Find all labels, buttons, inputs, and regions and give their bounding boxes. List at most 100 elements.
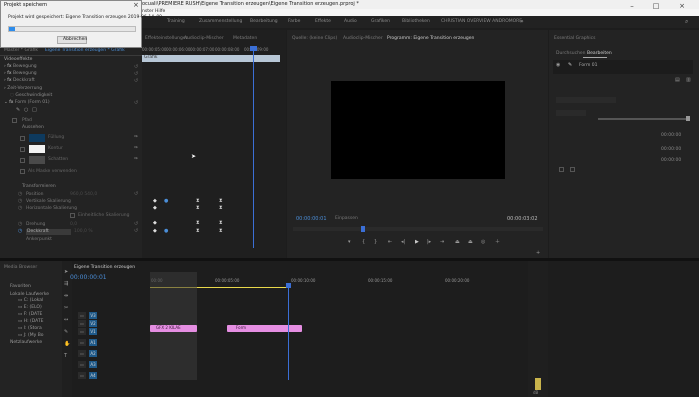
reset-rotation-icon[interactable]: ↺ bbox=[134, 222, 138, 227]
effect-row-opacity[interactable]: › fx Deckkraft bbox=[4, 78, 35, 84]
source-tab-audio-mixer[interactable]: Audioclip-Mischer bbox=[184, 36, 224, 41]
ec-clip-bar[interactable] bbox=[142, 55, 280, 62]
track-target-v3[interactable]: V3 bbox=[89, 312, 97, 319]
ellipse-tool-icon[interactable]: ○ bbox=[24, 108, 28, 113]
stroke-color-swatch[interactable] bbox=[29, 145, 45, 153]
track-toggle-a4[interactable]: ▭ bbox=[78, 372, 86, 379]
rotation-value[interactable]: 0,0 bbox=[70, 222, 77, 228]
program-video-frame[interactable] bbox=[331, 81, 505, 179]
pfad-checkbox[interactable] bbox=[12, 118, 17, 123]
program-tab-program[interactable]: Programm: Eigene Transition erzeugen bbox=[387, 36, 474, 41]
search-icon[interactable]: ⌕ bbox=[685, 19, 688, 25]
step-forward-icon[interactable]: |▸ bbox=[427, 240, 431, 245]
favorites-label[interactable]: Favoriten bbox=[10, 284, 31, 290]
settings-wrench-icon[interactable]: + bbox=[536, 251, 540, 256]
keyframe-icon[interactable]: ◆ bbox=[153, 229, 157, 234]
eyedropper-fill-icon[interactable]: ✑ bbox=[134, 135, 138, 140]
eg-position-field[interactable] bbox=[556, 110, 586, 116]
source-tab-effects[interactable]: Effekteinstellungen bbox=[145, 36, 189, 41]
track-toggle-a1[interactable]: ▭ bbox=[78, 339, 86, 346]
eg-opacity-slider[interactable] bbox=[598, 118, 690, 120]
essential-graphics-title[interactable]: Essential Graphics bbox=[554, 36, 595, 41]
effect-row-shape[interactable]: ⌄ fx Form (Form 01) bbox=[4, 100, 50, 106]
eg-opacity-knob[interactable] bbox=[686, 116, 690, 121]
drive-item[interactable]: ▭ C: (Lokal bbox=[18, 298, 43, 304]
workspace-tab-grafiken[interactable]: Grafiken bbox=[371, 19, 390, 25]
menu-hilfe[interactable]: Hilfe bbox=[155, 9, 165, 15]
eyedropper-shadow-icon[interactable]: ✑ bbox=[134, 157, 138, 162]
timeline-playhead[interactable] bbox=[288, 283, 289, 380]
program-timecode-left[interactable]: 00:00:00:01 bbox=[296, 217, 327, 222]
program-scrub-bar[interactable] bbox=[293, 227, 543, 231]
track-select-tool-icon[interactable]: ⇶ bbox=[64, 282, 68, 287]
button-editor-icon[interactable]: ＋ bbox=[495, 240, 500, 245]
reset-opacity-icon[interactable]: ↺ bbox=[134, 79, 138, 84]
marker-icon[interactable]: ▾ bbox=[348, 240, 351, 245]
track-target-a1[interactable]: A1 bbox=[89, 339, 97, 346]
stopwatch-hscale-icon[interactable]: ◷ bbox=[18, 206, 22, 211]
track-target-a3[interactable]: A3 bbox=[89, 361, 97, 368]
pen-tool-icon[interactable]: ✎ bbox=[16, 108, 20, 113]
position-value[interactable]: 960,0 540,0 bbox=[70, 192, 97, 198]
keyframe-icon[interactable]: ⧗ bbox=[196, 199, 200, 204]
network-drives-label[interactable]: Netzlaufwerke bbox=[10, 340, 42, 346]
reset-motion-icon[interactable]: ↺ bbox=[134, 65, 138, 70]
eg-layer-name[interactable]: Form 01 bbox=[579, 63, 598, 69]
ec-playhead[interactable] bbox=[253, 46, 254, 248]
keyframe-icon[interactable]: ⧗ bbox=[219, 199, 223, 204]
timeline-tab[interactable]: Eigene Transition erzeugen bbox=[74, 265, 135, 270]
effect-row-motion-2[interactable]: › fx Bewegung bbox=[4, 71, 37, 77]
keyframe-icon[interactable]: ⧗ bbox=[219, 206, 223, 211]
more-workspaces-icon[interactable]: » bbox=[520, 19, 524, 25]
menu-fenster[interactable]: nster bbox=[142, 9, 154, 15]
go-to-in-icon[interactable]: ⇤ bbox=[388, 240, 392, 245]
step-back-icon[interactable]: ◂| bbox=[401, 240, 405, 245]
new-layer-icon[interactable]: ▤ bbox=[675, 78, 680, 83]
reset-opacity2-icon[interactable]: ↺ bbox=[134, 229, 138, 234]
effect-row-motion[interactable]: › fx Bewegung bbox=[4, 64, 37, 70]
media-browser-tab[interactable]: Media Browser bbox=[4, 265, 37, 270]
track-target-v2[interactable]: V2 bbox=[89, 320, 97, 327]
shadow-checkbox[interactable] bbox=[20, 158, 25, 163]
ec-playhead-head[interactable] bbox=[250, 46, 257, 51]
timeline-timecode[interactable]: 00:00:00:01 bbox=[70, 275, 107, 281]
drive-item[interactable]: ▭ I: (Stora bbox=[18, 326, 42, 332]
text-tool-icon[interactable]: T bbox=[64, 354, 67, 359]
effect-row-speed[interactable]: ◌ Geschwindigkeit bbox=[10, 93, 52, 99]
track-toggle-v1[interactable]: ▭ bbox=[78, 328, 86, 335]
drive-item[interactable]: ▭ F: (DATE bbox=[18, 312, 42, 318]
stopwatch-opacity-icon[interactable]: ◷ bbox=[18, 229, 22, 234]
in-point-icon[interactable]: { bbox=[362, 240, 365, 245]
program-playhead[interactable] bbox=[361, 226, 365, 232]
uniform-scale-checkbox[interactable] bbox=[70, 213, 75, 218]
mask-checkbox[interactable] bbox=[20, 169, 25, 174]
stopwatch-rotation-icon[interactable]: ◷ bbox=[18, 222, 22, 227]
drive-item[interactable]: ▭ J: (My Bo bbox=[18, 333, 44, 339]
track-toggle-a2[interactable]: ▭ bbox=[78, 350, 86, 357]
workspace-tab-farbe[interactable]: Farbe bbox=[288, 19, 300, 25]
effect-row-time-remap[interactable]: › Zeit-Verzerrung bbox=[4, 86, 42, 92]
source-tab-metadata[interactable]: Metadaten bbox=[233, 36, 257, 41]
workspace-tab-audio[interactable]: Audio bbox=[344, 19, 357, 25]
workspace-tab-training[interactable]: Training bbox=[167, 19, 185, 25]
fill-color-swatch[interactable] bbox=[29, 134, 45, 142]
local-drives-label[interactable]: Lokale Laufwerke bbox=[10, 292, 49, 298]
program-tab-source[interactable]: Quelle: (keine Clips) bbox=[292, 36, 337, 41]
keyframe-icon[interactable]: ⧗ bbox=[196, 229, 200, 234]
slip-tool-icon[interactable]: ↔ bbox=[64, 318, 68, 323]
track-target-v1[interactable]: V1 bbox=[89, 328, 97, 335]
drive-item[interactable]: ▭ H: (DATE bbox=[18, 319, 43, 325]
eye-icon[interactable]: ◉ bbox=[556, 63, 560, 68]
drive-item[interactable]: ▭ E: (ELO) bbox=[18, 305, 42, 311]
hand-tool-icon[interactable]: ✋ bbox=[64, 342, 70, 347]
stopwatch-vscale-icon[interactable]: ◷ bbox=[18, 199, 22, 204]
track-toggle-a3[interactable]: ▭ bbox=[78, 361, 86, 368]
reset-transform-icon[interactable]: ↺ bbox=[134, 192, 138, 197]
rectangle-tool-icon[interactable]: □ bbox=[32, 108, 37, 113]
eg-tab-edit[interactable]: Bearbeiten bbox=[587, 51, 612, 56]
keyframe-icon[interactable]: ⧗ bbox=[219, 221, 223, 226]
go-to-out-icon[interactable]: ⇥ bbox=[440, 240, 444, 245]
out-point-icon[interactable]: } bbox=[374, 240, 377, 245]
keyframe-icon[interactable]: ⧗ bbox=[219, 229, 223, 234]
opacity-value[interactable]: 100,0 % bbox=[74, 229, 93, 235]
